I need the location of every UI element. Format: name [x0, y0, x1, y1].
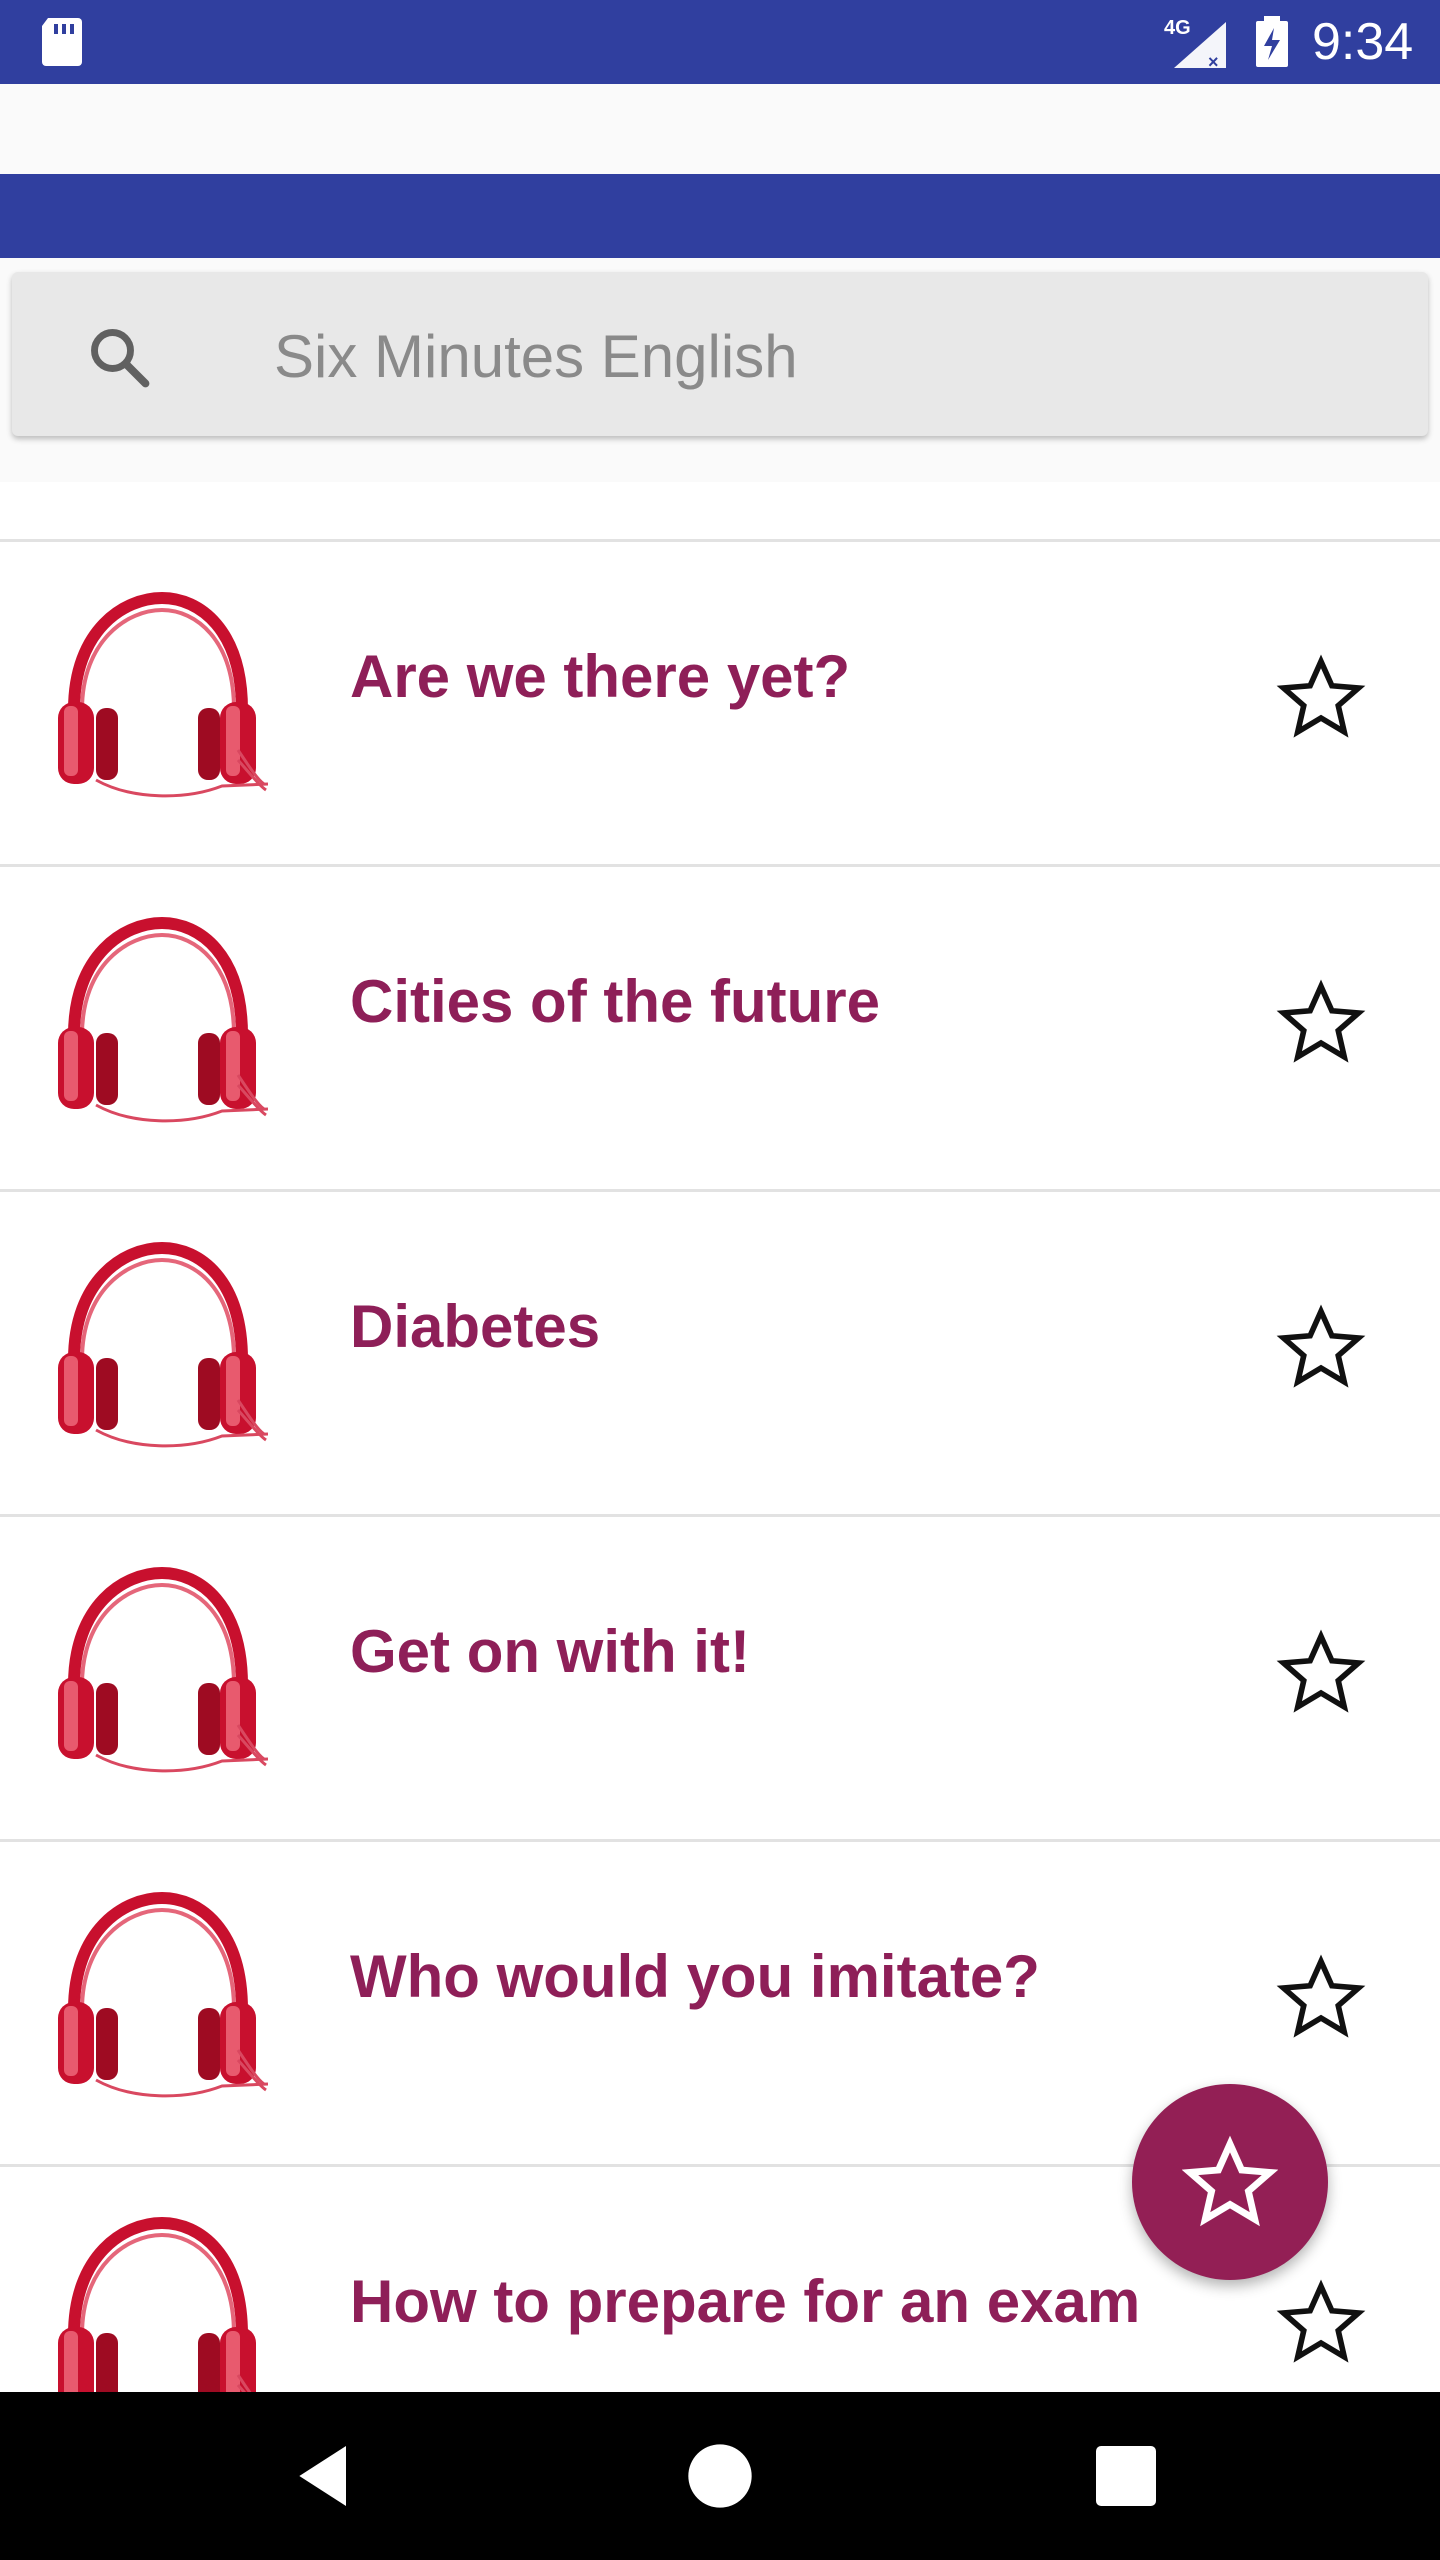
toolbar-strip — [0, 174, 1440, 258]
favorite-star-icon[interactable] — [1276, 2277, 1366, 2367]
signal-4g-icon: 4G × — [1164, 17, 1226, 68]
search-container: Six Minutes English — [0, 258, 1440, 482]
favorite-star-icon[interactable] — [1276, 1952, 1366, 2042]
headphones-icon — [58, 1891, 268, 2098]
favorite-star-icon[interactable] — [1276, 652, 1366, 742]
episode-title: Get on with it! — [350, 1618, 750, 1685]
list-item[interactable]: Diabetes — [0, 1192, 1440, 1517]
favorites-fab-button[interactable] — [1132, 2084, 1328, 2280]
app-bar — [0, 84, 1440, 174]
star-icon — [1182, 2135, 1278, 2227]
favorite-star-icon[interactable] — [1276, 1627, 1366, 1717]
episode-title: Who would you imitate? — [350, 1943, 1040, 2010]
headphones-icon — [58, 916, 268, 1123]
headphones-icon — [58, 1241, 268, 1448]
recents-icon[interactable] — [1086, 2436, 1166, 2516]
system-nav-bar — [0, 2392, 1440, 2560]
search-input[interactable]: Six Minutes English — [274, 322, 798, 391]
favorite-star-icon[interactable] — [1276, 977, 1366, 1067]
episode-title: How to prepare for an exam — [350, 2268, 1141, 2335]
list-item[interactable]: Are we there yet? — [0, 542, 1440, 867]
status-bar: 4G × 9:34 — [0, 0, 1440, 84]
back-icon[interactable] — [286, 2436, 366, 2516]
headphones-icon — [58, 1566, 268, 1773]
list-item[interactable]: Cities of the future — [0, 867, 1440, 1192]
battery-icon — [1256, 16, 1288, 67]
home-icon[interactable] — [680, 2436, 760, 2516]
search-icon — [91, 329, 150, 388]
episode-title: Diabetes — [350, 1293, 601, 1360]
list-item[interactable]: Get on with it! — [0, 1517, 1440, 1842]
search-box[interactable]: Six Minutes English — [12, 272, 1428, 436]
network-label: 4G — [1164, 17, 1191, 39]
headphones-icon — [58, 591, 268, 798]
episode-title: Are we there yet? — [350, 643, 851, 710]
episode-title: Cities of the future — [350, 968, 881, 1035]
headphones-icon — [58, 2216, 256, 2392]
clock: 9:34 — [1312, 13, 1414, 71]
svg-text:×: × — [1208, 52, 1219, 68]
sd-card-icon — [42, 18, 82, 66]
favorite-star-icon[interactable] — [1276, 1302, 1366, 1392]
